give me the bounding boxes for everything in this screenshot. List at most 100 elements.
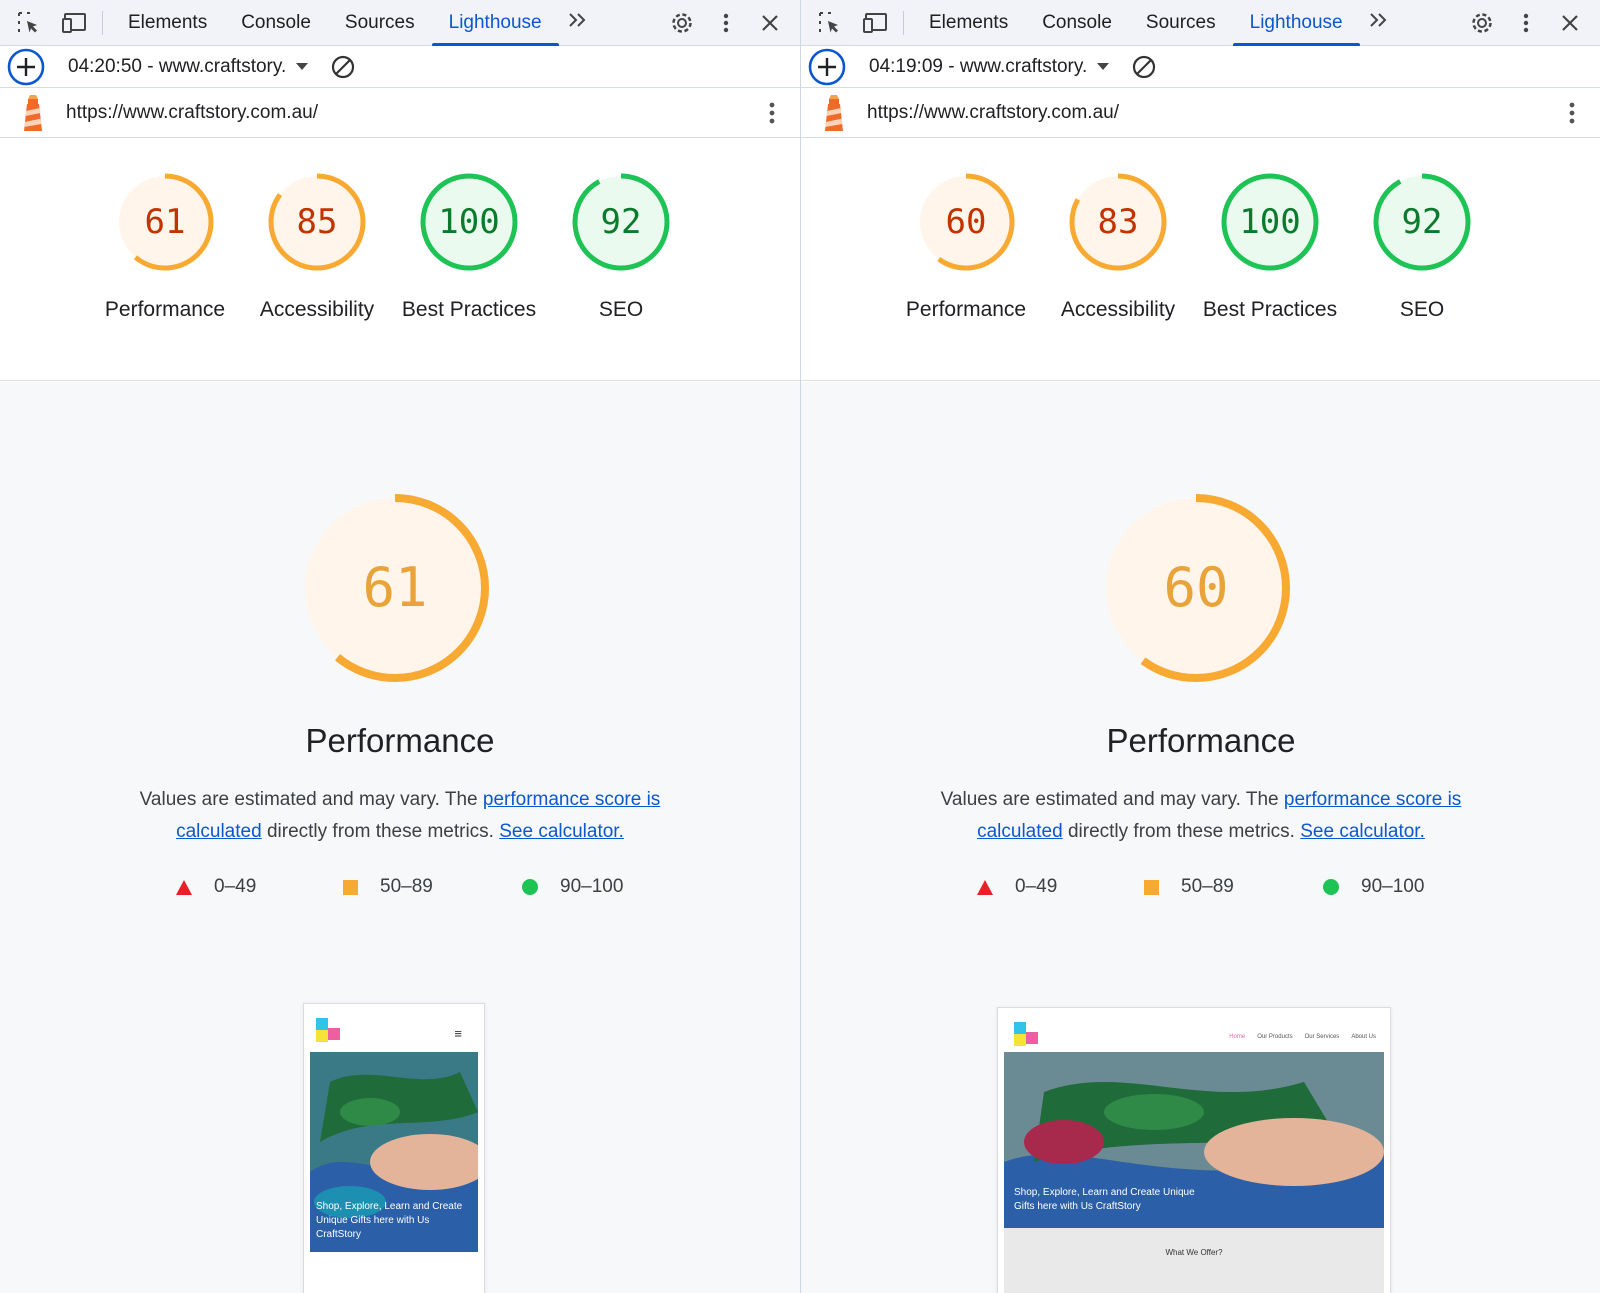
gauge-score: 92 bbox=[600, 202, 642, 242]
report-select[interactable]: 04:19:09 - www.craftstory. bbox=[869, 55, 1110, 78]
legend-fail: 0–49 bbox=[977, 876, 1057, 898]
section-heading: What We Offer? bbox=[1165, 1248, 1223, 1257]
pass-circle-icon bbox=[522, 879, 538, 895]
see-calculator-link[interactable]: See calculator. bbox=[499, 821, 624, 842]
close-icon[interactable] bbox=[748, 0, 792, 46]
settings-icon[interactable] bbox=[1460, 0, 1504, 46]
average-square-icon bbox=[343, 879, 358, 895]
gauge-label: Performance bbox=[104, 298, 226, 321]
legend-pass-label: 90–100 bbox=[560, 876, 624, 897]
see-calculator-link[interactable]: See calculator. bbox=[1300, 821, 1425, 842]
average-square-icon bbox=[1144, 879, 1159, 895]
audited-url: https://www.craftstory.com.au/ bbox=[66, 101, 319, 123]
hero-image: Shop, Explore, Learn and Create Unique G… bbox=[1004, 1052, 1384, 1228]
legend-pass: 90–100 bbox=[522, 876, 623, 898]
legend-fail: 0–49 bbox=[176, 876, 256, 898]
gauge-label: Best Practices bbox=[1202, 298, 1338, 321]
clear-icon[interactable] bbox=[1131, 54, 1157, 80]
tab-sources[interactable]: Sources bbox=[1129, 0, 1233, 46]
tab-console[interactable]: Console bbox=[224, 0, 328, 46]
gauge-score: 61 bbox=[144, 202, 186, 242]
gauge-seo[interactable]: 92 SEO bbox=[1347, 170, 1497, 326]
fail-triangle-icon bbox=[176, 879, 192, 895]
gauge-performance[interactable]: 60 Performance bbox=[891, 170, 1041, 326]
pass-circle-icon bbox=[1323, 879, 1339, 895]
gauge-label: Performance bbox=[905, 298, 1027, 321]
gauge-label: Best Practices bbox=[401, 298, 537, 321]
performance-title: Performance bbox=[1106, 722, 1296, 759]
tab-elements[interactable]: Elements bbox=[912, 0, 1025, 46]
gauge-best-practices[interactable]: 100 Best Practices bbox=[394, 170, 544, 326]
legend-fail-label: 0–49 bbox=[214, 876, 257, 897]
devtools-panel: Elements Console Sources Lighthouse bbox=[800, 0, 1600, 1293]
description-text-middle: directly from these metrics. bbox=[1062, 821, 1301, 842]
gauge-accessibility[interactable]: 85 Accessibility bbox=[242, 170, 392, 326]
report-select[interactable]: 04:20:50 - www.craftstory. bbox=[68, 56, 309, 78]
gauge-seo[interactable]: 92 SEO bbox=[546, 170, 696, 326]
url-bar: https://www.craftstory.com.au/ bbox=[0, 88, 800, 138]
hero-image: Shop, Explore, Learn and Create Unique G… bbox=[310, 1052, 478, 1252]
score-summary: 61 Performance 85 Accessibility 100 Best Prac… bbox=[0, 138, 800, 381]
device-toolbar-icon[interactable] bbox=[52, 0, 98, 46]
inspect-element-icon[interactable] bbox=[807, 0, 853, 46]
more-tabs-icon[interactable] bbox=[1360, 11, 1398, 35]
hero-caption: Shop, Explore, Learn and Create Unique G… bbox=[1014, 1187, 1195, 1212]
devtools-panel: Elements Console Sources Lighthouse bbox=[0, 0, 800, 1293]
chevron-down-icon bbox=[296, 63, 309, 70]
add-report-icon[interactable] bbox=[0, 46, 52, 88]
kebab-menu-icon[interactable] bbox=[1504, 0, 1548, 46]
toolbar-right-actions bbox=[660, 0, 800, 46]
report-menu-icon[interactable] bbox=[768, 88, 776, 138]
more-tabs-icon[interactable] bbox=[559, 11, 597, 35]
report-bar: 04:19:09 - www.craftstory. bbox=[801, 46, 1600, 88]
report-menu-icon[interactable] bbox=[1568, 88, 1576, 138]
performance-score-large: 61 bbox=[362, 556, 428, 619]
site-logo bbox=[316, 1018, 342, 1044]
legend-average-label: 50–89 bbox=[380, 876, 433, 897]
site-nav: Home Our Products Our Services About Us bbox=[1229, 1034, 1376, 1040]
final-screenshot: Home Our Products Our Services About Us Shop… bbox=[997, 1007, 1391, 1293]
lighthouse-logo-icon bbox=[8, 88, 58, 138]
tab-lighthouse[interactable]: Lighthouse bbox=[431, 0, 559, 46]
score-legend: 0–49 50–89 90–100 bbox=[0, 876, 800, 906]
gauge-performance[interactable]: 61 Performance bbox=[90, 170, 240, 326]
legend-average: 50–89 bbox=[343, 876, 433, 898]
legend-fail-label: 0–49 bbox=[1015, 876, 1058, 897]
add-report-icon[interactable] bbox=[801, 46, 853, 88]
gauge-label: Accessibility bbox=[259, 298, 375, 321]
performance-title: Performance bbox=[305, 722, 495, 759]
site-nav-item: About Us bbox=[1351, 1034, 1376, 1040]
report-select-label: 04:19:09 - www.craftstory. bbox=[869, 55, 1088, 77]
close-icon[interactable] bbox=[1548, 0, 1592, 46]
site-nav-item: Our Services bbox=[1304, 1034, 1340, 1040]
site-nav-item: Home bbox=[1229, 1034, 1246, 1040]
gauge-label: Accessibility bbox=[1060, 298, 1176, 321]
tab-console[interactable]: Console bbox=[1025, 0, 1129, 46]
inspect-element-icon[interactable] bbox=[6, 0, 52, 46]
lighthouse-logo-icon bbox=[809, 88, 859, 138]
device-toolbar-icon[interactable] bbox=[853, 0, 899, 46]
toolbar-separator bbox=[102, 10, 103, 35]
devtools-toolbar: Elements Console Sources Lighthouse bbox=[0, 0, 800, 46]
gauge-accessibility[interactable]: 83 Accessibility bbox=[1043, 170, 1193, 326]
tab-elements[interactable]: Elements bbox=[111, 0, 224, 46]
gauge-score: 60 bbox=[945, 202, 987, 242]
settings-icon[interactable] bbox=[660, 0, 704, 46]
hamburger-menu-icon: ≡ bbox=[454, 1026, 462, 1041]
performance-description: Values are estimated and may vary. The p… bbox=[100, 784, 700, 848]
final-screenshot: ≡ Shop, Explore, Learn and Create Unique … bbox=[303, 1003, 485, 1293]
tab-sources[interactable]: Sources bbox=[328, 0, 432, 46]
audited-url: https://www.craftstory.com.au/ bbox=[867, 101, 1120, 123]
kebab-menu-icon[interactable] bbox=[704, 0, 748, 46]
legend-pass: 90–100 bbox=[1323, 876, 1424, 898]
offer-section: What We Offer? bbox=[1004, 1228, 1384, 1293]
score-summary: 60 Performance 83 Accessibility 100 Best Prac… bbox=[801, 138, 1600, 381]
toolbar-separator bbox=[903, 10, 904, 35]
tab-lighthouse[interactable]: Lighthouse bbox=[1232, 0, 1360, 46]
devtools-toolbar: Elements Console Sources Lighthouse bbox=[801, 0, 1600, 46]
performance-gauge-large: 60 bbox=[1098, 490, 1294, 686]
legend-average-label: 50–89 bbox=[1181, 876, 1234, 897]
clear-icon[interactable] bbox=[330, 54, 356, 80]
gauge-label: SEO bbox=[598, 298, 644, 321]
gauge-best-practices[interactable]: 100 Best Practices bbox=[1195, 170, 1345, 326]
